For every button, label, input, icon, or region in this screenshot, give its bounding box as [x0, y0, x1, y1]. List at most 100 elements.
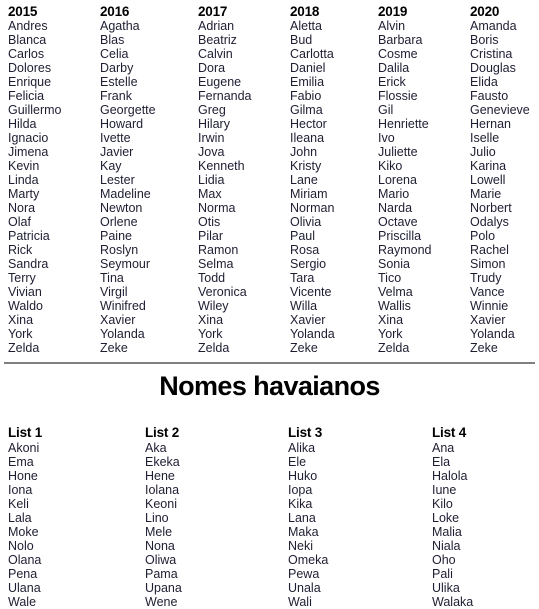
year-column-2015: 2015 Andres Blanca Carlos Dolores Enrique Feli… — [8, 4, 62, 355]
year-column-header: 2018 — [290, 4, 320, 19]
hawaiian-column-header: List 4 — [432, 425, 467, 440]
hawaiian-name-lists: List 1 Akoni Ema Hone Iona Keli Lala Moke Nolo Ol… — [0, 424, 539, 609]
list-item: Patricia — [8, 229, 50, 243]
list-item: Fausto — [470, 89, 509, 103]
list-item: Nora — [8, 201, 36, 215]
list-item: Ignacio — [8, 131, 49, 145]
list-item: Nolo — [8, 539, 34, 553]
list-item: Polo — [470, 229, 496, 243]
year-column-header: 2016 — [100, 4, 130, 19]
list-item: Marty — [8, 187, 40, 201]
list-item: Xavier — [290, 313, 326, 327]
list-item: Nona — [145, 539, 175, 553]
list-item: Veronica — [198, 285, 247, 299]
list-item: Barbara — [378, 33, 423, 47]
list-item: Mario — [378, 187, 410, 201]
list-item: Frank — [100, 89, 132, 103]
list-item: Enrique — [8, 75, 52, 89]
list-item: Iselle — [470, 131, 500, 145]
list-item: Zelda — [198, 341, 230, 355]
list-item: Georgette — [100, 103, 156, 117]
list-item: Ele — [288, 455, 307, 469]
hawaiian-column-2: List 2 Aka Ekeka Hene Iolana Keoni Lino Mele Non… — [145, 424, 182, 609]
list-item: Max — [198, 187, 222, 201]
list-item: Tara — [290, 271, 315, 285]
list-item: Javier — [100, 145, 134, 159]
list-item: Ileana — [290, 131, 325, 145]
list-item: Julio — [470, 145, 496, 159]
list-item: Hernan — [470, 117, 511, 131]
list-item: Ulika — [432, 581, 460, 595]
list-item: Norman — [290, 201, 335, 215]
list-item: Wallis — [378, 299, 411, 313]
year-column-2019: 2019 Alvin Barbara Cosme Dalila Erick Flossie G… — [378, 4, 432, 355]
list-item: Wiley — [198, 299, 229, 313]
list-item: Todd — [198, 271, 226, 285]
list-item: Tico — [378, 271, 402, 285]
list-item: Gilma — [290, 103, 323, 117]
list-item: Maka — [288, 525, 319, 539]
list-item: Akoni — [8, 441, 40, 455]
list-item: Xavier — [100, 313, 136, 327]
list-item: Malia — [432, 525, 462, 539]
year-column-2020: 2020 Amanda Boris Cristina Douglas Elida Faust… — [470, 4, 530, 355]
list-item: Omeka — [288, 553, 329, 567]
list-item: Lowell — [470, 173, 506, 187]
list-item: Ulana — [8, 581, 41, 595]
list-item: Niala — [432, 539, 461, 553]
list-item: Aletta — [290, 19, 322, 33]
list-item: Fabio — [290, 89, 322, 103]
list-item: Kay — [100, 159, 122, 173]
year-column-2017: 2017 Adrian Beatriz Calvin Dora Eugene Fernand… — [198, 4, 252, 355]
list-item: Lino — [145, 511, 169, 525]
list-item: Vivian — [8, 285, 42, 299]
list-item: Gil — [378, 103, 394, 117]
list-item: Hilda — [8, 117, 37, 131]
list-item: Lane — [290, 173, 318, 187]
hawaiian-column-header: List 2 — [145, 425, 180, 440]
list-item: Beatriz — [198, 33, 237, 47]
list-item: Jova — [198, 145, 225, 159]
list-item: Ivo — [378, 131, 395, 145]
list-item: Paul — [290, 229, 316, 243]
list-item: Iolana — [145, 483, 180, 497]
list-item: Jimena — [8, 145, 49, 159]
list-item: Terry — [8, 271, 36, 285]
list-item: Elida — [470, 75, 498, 89]
list-item: Yolanda — [290, 327, 335, 341]
list-item: Irwin — [198, 131, 225, 145]
list-item: Velma — [378, 285, 413, 299]
list-item: Upana — [145, 581, 182, 595]
list-item: Xina — [198, 313, 224, 327]
list-item: Carlos — [8, 47, 45, 61]
list-item: Mele — [145, 525, 173, 539]
list-item: Selma — [198, 257, 234, 271]
list-item: Ela — [432, 455, 451, 469]
list-item: Odalys — [470, 215, 509, 229]
list-item: Hone — [8, 469, 38, 483]
list-item: Sergio — [290, 257, 327, 271]
list-item: Norbert — [470, 201, 512, 215]
list-item: Tina — [100, 271, 124, 285]
list-item: Calvin — [198, 47, 233, 61]
list-item: Raymond — [378, 243, 432, 257]
list-item: Yolanda — [470, 327, 515, 341]
list-item: Greg — [198, 103, 226, 117]
list-item: Lester — [100, 173, 135, 187]
list-item: Pama — [145, 567, 178, 581]
list-item: York — [8, 327, 33, 341]
list-item: Pali — [432, 567, 453, 581]
list-item: Halola — [432, 469, 468, 483]
list-item: Olivia — [290, 215, 322, 229]
list-item: Alvin — [378, 19, 406, 33]
list-item: Winifred — [100, 299, 146, 313]
list-item: Dalila — [378, 61, 410, 75]
list-item: Iopa — [288, 483, 313, 497]
list-item: Lorena — [378, 173, 417, 187]
list-item: Oliwa — [145, 553, 177, 567]
year-column-header: 2020 — [470, 4, 500, 19]
list-item: Wale — [8, 595, 37, 609]
list-item: Vance — [470, 285, 505, 299]
list-item: Linda — [8, 173, 39, 187]
list-item: Dolores — [8, 61, 52, 75]
